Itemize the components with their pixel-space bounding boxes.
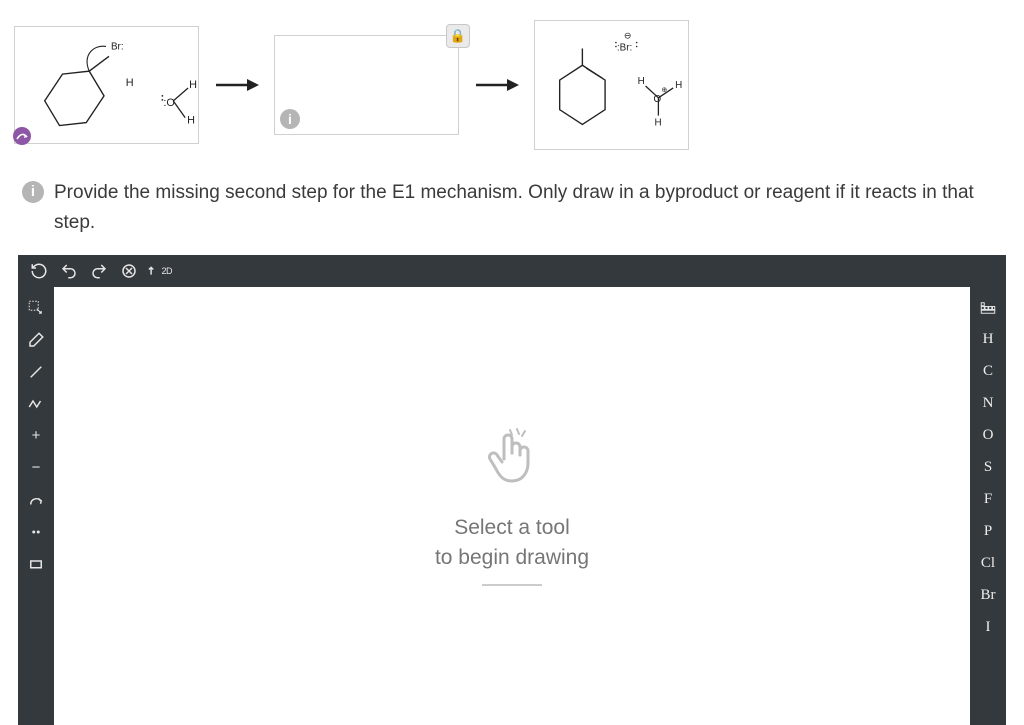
element-I[interactable]: I (973, 613, 1003, 643)
element-P[interactable]: P (973, 517, 1003, 547)
pointer-hand-icon (480, 425, 544, 489)
panel-mechanism-badge[interactable] (13, 127, 31, 145)
left-toolbar: + − (18, 287, 54, 725)
erase-tool[interactable] (21, 325, 51, 355)
reaction-arrow-2 (469, 76, 524, 94)
reactant-panel: Br: H :O H H (14, 26, 199, 144)
element-S[interactable]: S (973, 453, 1003, 483)
reset-button[interactable] (26, 258, 52, 284)
curved-arrow-tool[interactable] (21, 485, 51, 515)
svg-text:H: H (187, 115, 195, 127)
lock-icon: 🔒 (446, 24, 470, 48)
svg-text:O: O (653, 94, 661, 105)
drawing-canvas[interactable]: Select a tool to begin drawing (54, 287, 970, 725)
svg-text:H: H (654, 117, 661, 128)
svg-text:H: H (675, 80, 682, 91)
lone-pair-tool[interactable] (21, 517, 51, 547)
periodic-table-button[interactable] (973, 293, 1003, 323)
reaction-arrow-1 (209, 76, 264, 94)
svg-text::Br:: :Br: (617, 42, 632, 53)
editor-top-toolbar: 2D (18, 255, 1006, 287)
svg-text::O: :O (163, 97, 174, 109)
svg-text:H: H (638, 76, 645, 87)
zoom-fit-button[interactable] (116, 258, 142, 284)
element-N[interactable]: N (973, 389, 1003, 419)
canvas-placeholder-line1: Select a tool (435, 513, 589, 542)
canvas-placeholder-line2: to begin drawing (435, 543, 589, 572)
reaction-row: Br: H :O H H i 🔒 (0, 0, 1024, 158)
element-F[interactable]: F (973, 485, 1003, 515)
element-O[interactable]: O (973, 421, 1003, 451)
view-2d-button[interactable]: 2D (146, 258, 172, 284)
svg-text:⊖: ⊖ (624, 31, 631, 41)
undo-button[interactable] (56, 258, 82, 284)
missing-step-panel[interactable]: i 🔒 (274, 35, 459, 135)
svg-text:H: H (126, 77, 134, 89)
right-toolbar: H C N O S F P Cl Br I (970, 287, 1006, 725)
rectangle-tool[interactable] (21, 549, 51, 579)
info-icon[interactable]: i (280, 109, 300, 129)
product-structure: :Br: ⊖ O ⊕ H H H (535, 20, 688, 150)
charge-minus-tool[interactable]: − (21, 453, 51, 483)
element-H[interactable]: H (973, 325, 1003, 355)
instruction-row: i Provide the missing second step for th… (0, 158, 1024, 255)
reactant-structure: Br: H :O H H (15, 26, 198, 144)
select-tool[interactable] (21, 293, 51, 323)
svg-text:H: H (189, 79, 197, 91)
chain-tool[interactable] (21, 389, 51, 419)
instruction-text: Provide the missing second step for the … (54, 178, 1002, 239)
charge-plus-tool[interactable]: + (21, 421, 51, 451)
bond-tool[interactable] (21, 357, 51, 387)
element-Cl[interactable]: Cl (973, 549, 1003, 579)
redo-button[interactable] (86, 258, 112, 284)
product-panel: :Br: ⊖ O ⊕ H H H (534, 20, 689, 150)
svg-text:Br:: Br: (111, 41, 124, 52)
structure-editor: 2D + − (18, 255, 1006, 725)
svg-text:⊕: ⊕ (661, 87, 667, 94)
canvas-placeholder: Select a tool to begin drawing (435, 513, 589, 586)
element-C[interactable]: C (973, 357, 1003, 387)
info-icon: i (22, 181, 44, 203)
element-Br[interactable]: Br (973, 581, 1003, 611)
